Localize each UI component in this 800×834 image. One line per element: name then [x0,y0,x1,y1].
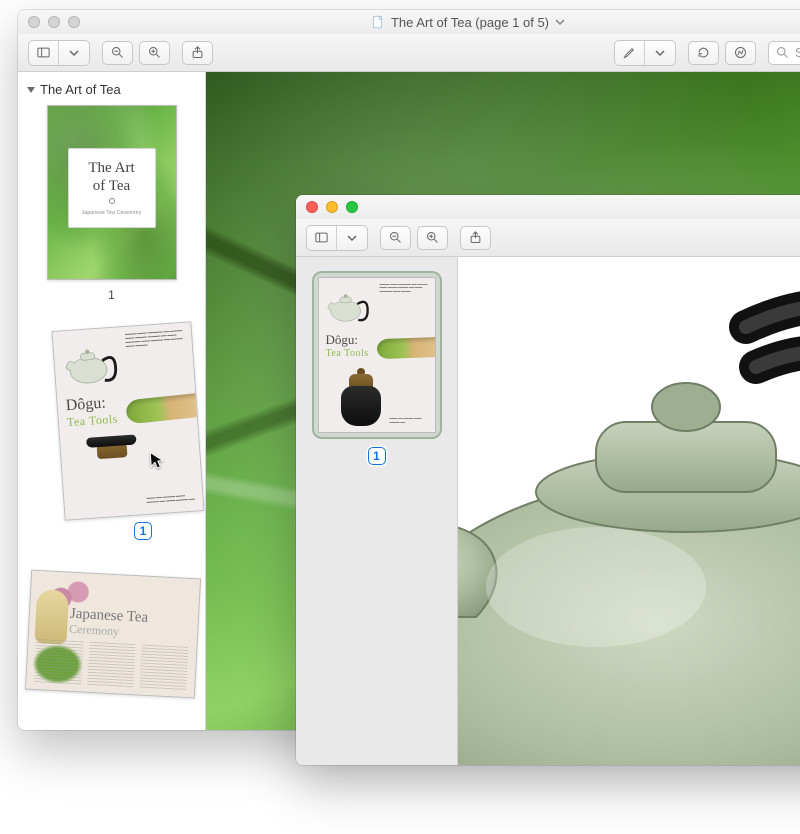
titlebar[interactable]: The Art of Tea (page 1 of 5) [18,10,800,34]
sidebar-toggle-icon[interactable] [307,226,337,250]
view-mode-segment[interactable] [28,40,90,66]
thumbnail-dragging[interactable]: ▬▬▬▬ ▬▬▬ ▬▬▬▬▬ ▬▬ ▬▬▬▬ ▬▬▬ ▬▬▬▬ ▬▬▬▬ ▬▬ … [52,321,205,520]
sidebar-doc-title: The Art of Tea [40,82,121,97]
highlight-segment[interactable] [614,40,676,66]
zoom-light[interactable] [346,201,358,213]
document-icon [371,15,385,29]
page-number-label: 1 [108,288,115,302]
page-badge: 1 [368,447,386,465]
highlight-chevron-icon[interactable] [645,41,675,65]
zoom-out-button[interactable] [380,226,411,250]
view-mode-chevron-icon[interactable] [337,226,367,250]
markup-button[interactable] [725,41,756,65]
tea-caddy-image [86,434,141,509]
minimize-light[interactable] [48,16,60,28]
title-dropdown-icon [555,15,565,30]
traffic-lights [28,16,80,28]
toolbar [296,219,800,257]
view-mode-chevron-icon[interactable] [59,41,89,65]
cover-subtitle: Japanese Tea Ceremony [82,210,142,216]
close-light[interactable] [28,16,40,28]
window-title[interactable] [296,200,800,214]
thumbnails-sidebar[interactable]: ▬▬▬▬ ▬▬▬ ▬▬▬▬▬ ▬▬ ▬▬▬▬ ▬▬▬ ▬▬▬▬ ▬▬▬▬ ▬▬ … [296,257,458,765]
whisk-image [34,589,69,645]
rotate-button[interactable] [688,41,719,65]
search-placeholder: Search [795,45,800,60]
sidebar-doc-header[interactable]: The Art of Tea [28,80,195,105]
dogu-title: Dôgu: [326,332,369,348]
teapot-image [324,283,372,325]
toolbar: Search [18,34,800,72]
minimize-light[interactable] [326,201,338,213]
cover-title: The Art of Tea [88,160,134,195]
share-button[interactable] [182,41,213,65]
zoom-light[interactable] [68,16,80,28]
thumbnail-page-1[interactable]: The Art of Tea Japanese Tea Ceremony 1 [28,105,195,302]
traffic-lights [306,201,358,213]
window-title-text: The Art of Tea (page 1 of 5) [391,15,549,30]
zoom-in-button[interactable] [139,41,170,65]
highlight-icon[interactable] [615,41,645,65]
thumbnail-selected[interactable]: ▬▬▬▬ ▬▬▬ ▬▬▬▬▬ ▬▬ ▬▬▬▬ ▬▬▬ ▬▬▬▬ ▬▬▬▬ ▬▬ … [312,271,442,439]
drag-count-badge: 1 [134,522,152,540]
sidebar-toggle-icon[interactable] [29,41,59,65]
search-icon [775,45,790,60]
cover-title-panel: The Art of Tea Japanese Tea Ceremony [68,148,156,228]
thumbnails-sidebar[interactable]: The Art of Tea The Art of Tea Japanese T… [18,72,206,730]
close-light[interactable] [306,201,318,213]
titlebar[interactable] [296,195,800,219]
preview-window-front: ▬▬▬▬ ▬▬▬ ▬▬▬▬▬ ▬▬ ▬▬▬▬ ▬▬▬ ▬▬▬▬ ▬▬▬▬ ▬▬ … [296,195,800,765]
document-canvas[interactable] [458,257,800,765]
thumb-text-block: ▬▬▬▬ ▬▬▬ ▬▬▬▬▬ ▬▬ ▬▬▬▬ ▬▬▬ ▬▬▬▬ ▬▬▬▬ ▬▬ … [380,283,430,293]
disclosure-triangle-icon[interactable] [27,87,35,93]
dogu-subtitle: Tea Tools [326,348,369,359]
teapot-image [59,333,122,389]
search-field[interactable]: Search [768,41,800,65]
zoom-in-button[interactable] [417,226,448,250]
thumbnail-cover[interactable]: The Art of Tea Japanese Tea Ceremony [47,105,177,280]
thumbnail-page-2[interactable]: Japanese Tea Ceremony [25,570,201,699]
view-mode-segment[interactable] [306,225,368,251]
share-button[interactable] [460,226,491,250]
teapot-large-image [458,257,800,765]
window-title[interactable]: The Art of Tea (page 1 of 5) [18,15,800,30]
zoom-out-button[interactable] [102,41,133,65]
